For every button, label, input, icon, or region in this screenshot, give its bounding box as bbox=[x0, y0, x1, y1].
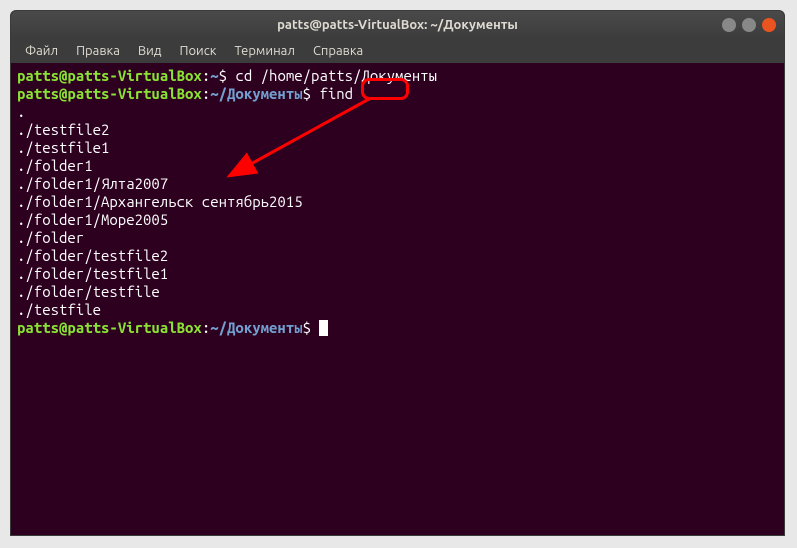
prompt-colon: : bbox=[202, 67, 210, 84]
prompt-colon: : bbox=[202, 85, 210, 102]
prompt-user: patts bbox=[17, 67, 59, 84]
cursor bbox=[319, 320, 328, 336]
prompt-line-2: patts@patts-VirtualBox:~/Документы$ find bbox=[17, 85, 778, 103]
output-line: ./folder/testfile bbox=[17, 283, 778, 301]
menu-view[interactable]: Вид bbox=[130, 42, 170, 60]
menu-edit[interactable]: Правка bbox=[68, 42, 128, 60]
prompt-colon: : bbox=[202, 319, 210, 336]
command-cd-prefix: cd /home/patts/ bbox=[227, 67, 361, 84]
menu-search[interactable]: Поиск bbox=[171, 42, 224, 60]
output-line: ./testfile1 bbox=[17, 139, 778, 157]
prompt-line-1: patts@patts-VirtualBox:~$ cd /home/patts… bbox=[17, 67, 778, 85]
menu-file[interactable]: Файл bbox=[17, 42, 66, 60]
menu-help[interactable]: Справка bbox=[305, 42, 371, 60]
prompt-host: patts-VirtualBox bbox=[67, 67, 201, 84]
output-line: ./folder1 bbox=[17, 157, 778, 175]
output-line: . bbox=[17, 103, 778, 121]
maximize-button[interactable] bbox=[742, 18, 756, 32]
prompt-host: patts-VirtualBox bbox=[67, 85, 201, 102]
terminal-content[interactable]: patts@patts-VirtualBox:~$ cd /home/patts… bbox=[11, 63, 784, 341]
menu-terminal[interactable]: Терминал bbox=[226, 42, 302, 60]
output-line: ./folder/testfile1 bbox=[17, 265, 778, 283]
terminal-window: patts@patts-VirtualBox: ~/Документы Файл… bbox=[10, 10, 785, 536]
prompt-host: patts-VirtualBox bbox=[67, 319, 201, 336]
output-line: ./folder bbox=[17, 229, 778, 247]
output-line: ./testfile2 bbox=[17, 121, 778, 139]
prompt-user: patts bbox=[17, 85, 59, 102]
minimize-button[interactable] bbox=[722, 18, 736, 32]
window-controls bbox=[722, 18, 776, 32]
window-title: patts@patts-VirtualBox: ~/Документы bbox=[19, 18, 776, 32]
output-line: ./folder1/Архангельск сентябрь2015 bbox=[17, 193, 778, 211]
menubar: Файл Правка Вид Поиск Терминал Справка bbox=[11, 39, 784, 63]
prompt-dollar: $ bbox=[303, 319, 311, 336]
prompt-path: ~/Документы bbox=[210, 319, 302, 336]
prompt-path: ~ bbox=[210, 67, 218, 84]
output-line: ./testfile bbox=[17, 301, 778, 319]
titlebar: patts@patts-VirtualBox: ~/Документы bbox=[11, 11, 784, 39]
command-cd-suffix: Документы bbox=[361, 67, 437, 84]
command-empty bbox=[311, 319, 319, 336]
output-line: ./folder1/Ялта2007 bbox=[17, 175, 778, 193]
prompt-dollar: $ bbox=[219, 67, 227, 84]
prompt-line-3: patts@patts-VirtualBox:~/Документы$ bbox=[17, 319, 778, 337]
prompt-user: patts bbox=[17, 319, 59, 336]
prompt-path: ~/Документы bbox=[210, 85, 302, 102]
output-line: ./folder1/Море2005 bbox=[17, 211, 778, 229]
command-find: find bbox=[311, 85, 353, 102]
output-line: ./folder/testfile2 bbox=[17, 247, 778, 265]
prompt-dollar: $ bbox=[303, 85, 311, 102]
close-button[interactable] bbox=[762, 18, 776, 32]
